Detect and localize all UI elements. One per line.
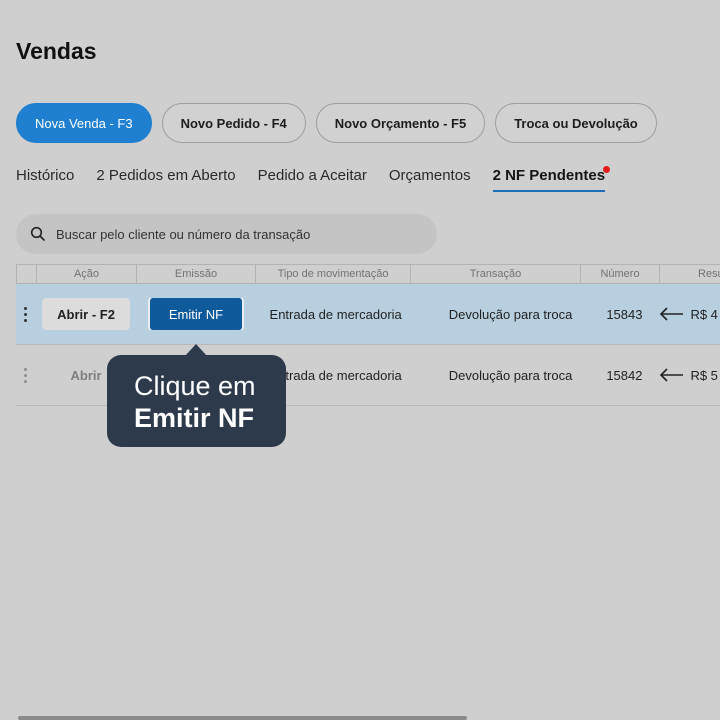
movement-cell: Entrada de mercadoria [269,306,402,322]
table-header: Ação Emissão Tipo de movimentação Transa… [16,264,720,284]
header-transaction: Transação [410,265,580,283]
transaction-cell: Devolução para troca [448,306,573,322]
issue-cell: Emitir NF [130,298,261,330]
header-result: Resu [659,265,720,283]
tab-history[interactable]: Histórico [16,167,74,192]
amount-cell: R$ 5 [690,367,718,383]
header-issue: Emissão [136,265,255,283]
amount-cell: R$ 4 [690,306,718,322]
header-movement-type: Tipo de movimentação [255,265,410,283]
tooltip-line1: Clique em [134,371,256,401]
header-number: Número [580,265,659,283]
tab-pending-nf[interactable]: 2 NF Pendentes [492,166,611,192]
onboarding-tooltip: Clique em Emitir NF [107,344,286,447]
tab-quotes[interactable]: Orçamentos [389,167,471,192]
search-bar[interactable] [16,214,437,254]
action-bar: Nova Venda - F3 Novo Pedido - F4 Novo Or… [16,103,657,143]
search-input[interactable] [56,226,416,242]
exchange-return-button[interactable]: Troca ou Devolução [495,103,657,143]
number-cell: 15843 [606,306,643,322]
arrow-left-icon [654,368,690,382]
horizontal-scrollbar[interactable] [18,716,467,720]
row-menu-icon[interactable] [16,345,36,405]
table-row[interactable]: Abrir - F2 Emitir NF Entrada de mercador… [16,284,720,345]
new-order-button[interactable]: Novo Pedido - F4 [161,103,306,143]
open-button[interactable]: Abrir - F2 [41,298,131,330]
header-select [16,265,36,283]
number-cell: 15842 [606,367,643,383]
tabs: Histórico 2 Pedidos em Aberto Pedido a A… [16,166,611,192]
header-action: Ação [36,265,136,283]
tab-pending-nf-label: 2 NF Pendentes [492,167,606,184]
notification-dot [603,166,611,173]
page-title: Vendas [16,38,97,64]
arrow-left-icon [654,307,690,321]
tooltip-line2: Emitir NF [134,403,255,433]
tab-open-orders[interactable]: 2 Pedidos em Aberto [96,167,235,192]
movement-cell: Entrada de mercadoria [269,367,402,383]
tab-orders-to-accept[interactable]: Pedido a Aceitar [258,167,367,192]
issue-nf-button[interactable]: Emitir NF [149,298,242,330]
new-sale-button[interactable]: Nova Venda - F3 [16,103,152,143]
transaction-cell: Devolução para troca [448,367,573,383]
new-quote-button[interactable]: Novo Orçamento - F5 [315,103,486,143]
row-menu-icon[interactable] [16,284,36,344]
search-icon [30,226,45,241]
